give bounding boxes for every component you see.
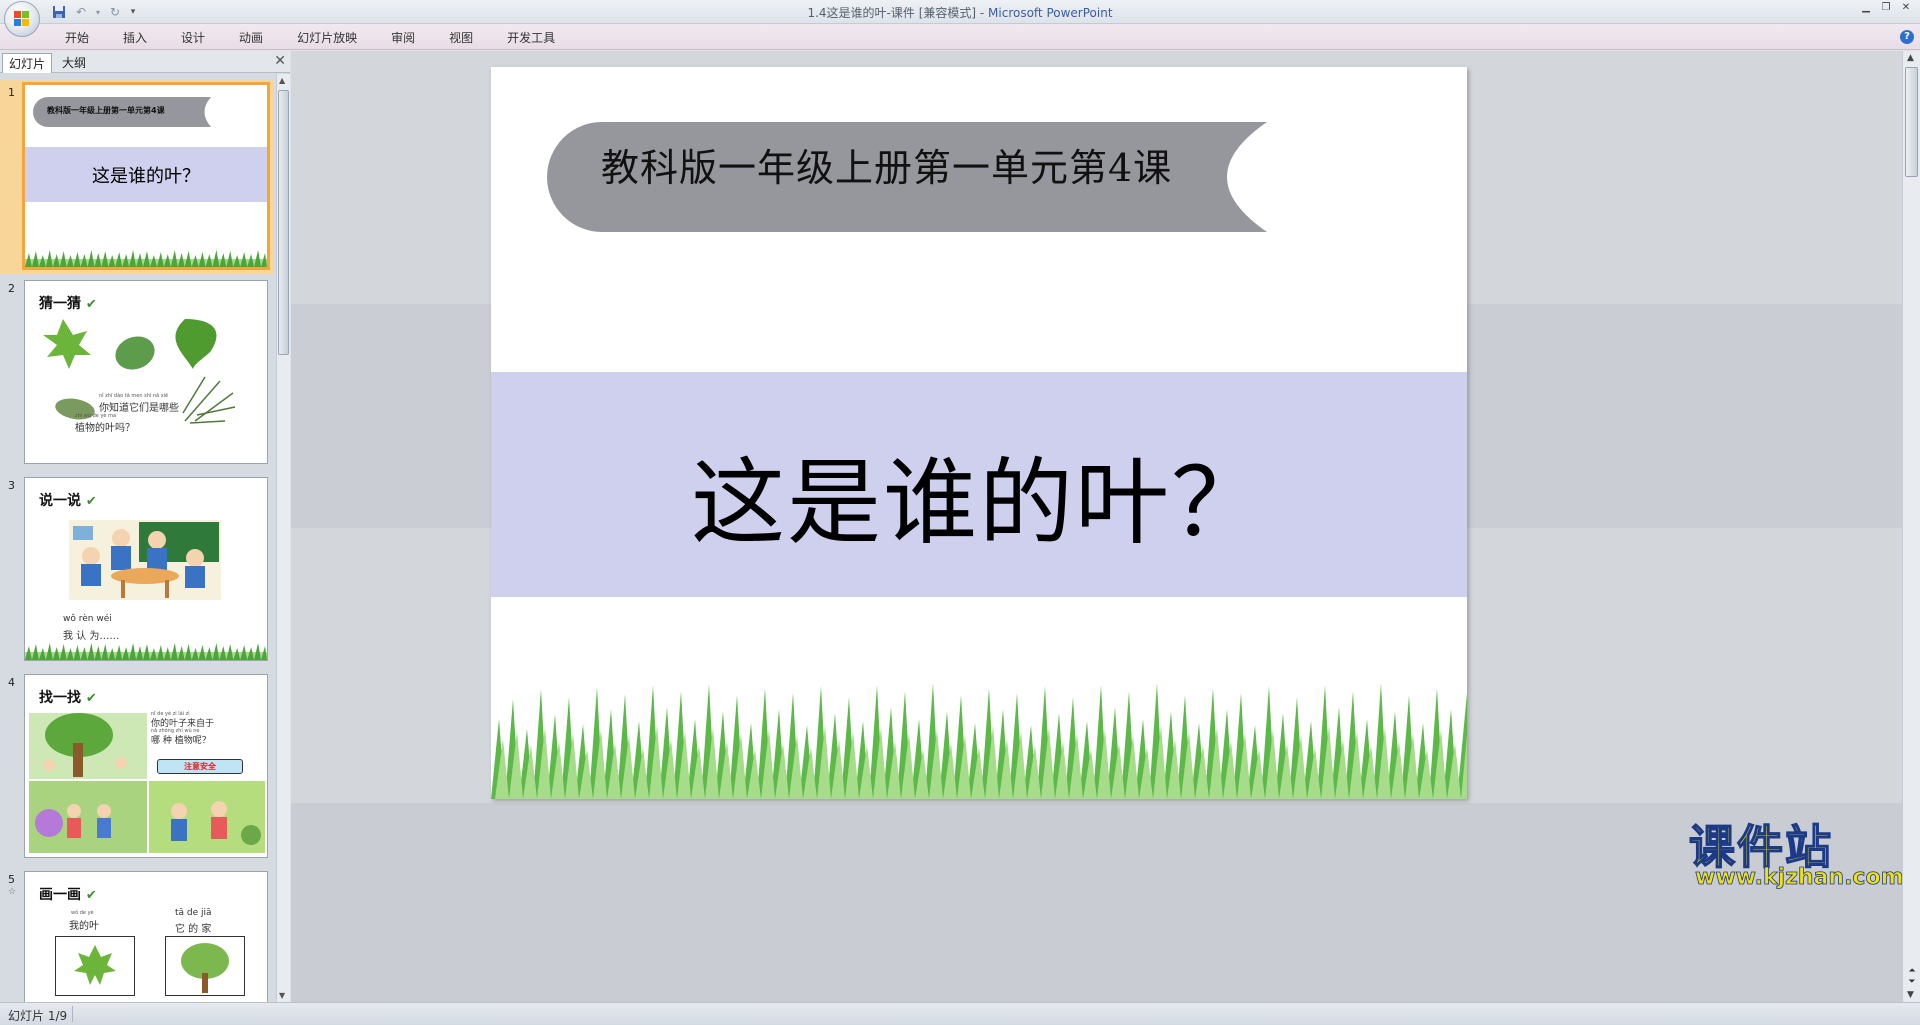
thumbnail-title: 这是谁的叶？ [92, 166, 200, 187]
app-name: Microsoft PowerPoint [988, 6, 1113, 20]
close-icon[interactable]: ✕ [1896, 1, 1916, 15]
thumbnail-number: 4 [8, 676, 15, 689]
thumbnail-caption-2: 植物的叶吗？ [75, 423, 135, 434]
park-illustration [29, 713, 265, 853]
thumbnail-heading: 说一说 ✔ [39, 490, 97, 510]
office-button[interactable] [4, 1, 40, 37]
children-illustration [69, 520, 221, 600]
thumbnail-frame: 教科版一年级上册第一单元第4课 这是谁的叶？ [22, 82, 270, 270]
thumbnail-heading-text: 找一找 [39, 690, 81, 706]
thumbnail-label-2: 它 的 家 [175, 924, 212, 935]
thumbnail-heading: 画一画 ✔ [39, 884, 97, 904]
document-title: 1.4这是谁的叶-课件 [兼容模式] - [807, 6, 989, 20]
thumbnail-heading-text: 说一说 [39, 493, 81, 509]
tab-review[interactable]: 审阅 [374, 29, 432, 47]
pane-tabs: 幻灯片 大纲 ✕ [0, 51, 290, 73]
thumbnail-pinyin: wǒ de yè [71, 910, 94, 916]
office-logo-icon [14, 11, 30, 27]
grass-decoration [491, 683, 1467, 799]
slide-editor: 教科版一年级上册第一单元第4课 这是谁的叶？ 课件站 www.kjzhan.co… [291, 51, 1904, 1002]
watermark-logo: 课件站 www.kjzhan.com [1688, 811, 1919, 895]
title-bar: ↶ ▾ ↻ ▾ 1.4这是谁的叶-课件 [兼容模式] - Microsoft P… [0, 0, 1920, 37]
scroll-down-icon[interactable]: ▼ [1907, 990, 1914, 1000]
thumbnail-heading-text: 猜一猜 [39, 296, 81, 312]
tab-outline[interactable]: 大纲 [56, 53, 92, 73]
restore-icon[interactable]: ❐ [1876, 1, 1896, 15]
next-slide-icon[interactable]: ⏷ [1905, 977, 1919, 988]
thumbnail-number: 1 [8, 86, 15, 99]
thumbnail-heading: 猜一猜 ✔ [39, 293, 97, 313]
thumbnail-caption: 我 认 为…… [63, 631, 120, 642]
tab-slides[interactable]: 幻灯片 [2, 53, 53, 73]
current-slide[interactable]: 教科版一年级上册第一单元第4课 这是谁的叶？ [491, 67, 1467, 799]
thumbnail-frame: 找一找 ✔ nǐ de yè zi lái zì 你的叶子来自于 nǎ zhǒn… [24, 674, 268, 858]
check-icon: ✔ [85, 888, 97, 903]
watermark-url: www.kjzhan.com [1695, 865, 1904, 891]
thumbnail-list: 1 教科版一年级上册第一单元第4课 这是谁的叶？ 2 猜一猜 ✔ nǐ zhī … [0, 74, 274, 1002]
thumbnail-number: 2 [8, 282, 15, 295]
tab-insert[interactable]: 插入 [106, 29, 164, 47]
thumbnail-frame: 猜一猜 ✔ nǐ zhī dào tā men shì nǎ xiē 你知道它们… [24, 280, 268, 464]
thumbnail-caption: 你知道它们是哪些 [99, 403, 179, 414]
tab-developer[interactable]: 开发工具 [490, 29, 572, 47]
thumbnail-heading-text: 画一画 [39, 887, 81, 903]
safety-badge: 注意安全 [157, 759, 243, 774]
tree-icon [181, 943, 229, 993]
grass-decoration [25, 643, 267, 660]
window-title: 1.4这是谁的叶-课件 [兼容模式] - Microsoft PowerPoin… [0, 4, 1920, 21]
scrollbar-thumb[interactable] [1905, 67, 1918, 177]
window-controls: ▁ ❐ ✕ [1856, 1, 1916, 15]
tab-animations[interactable]: 动画 [222, 29, 280, 47]
scroll-up-icon[interactable]: ▲ [279, 76, 285, 85]
status-bar: 幻灯片 1/9 [0, 1002, 1920, 1025]
ribbon-bar: 开始 插入 设计 动画 幻灯片放映 审阅 视图 开发工具 ? [0, 24, 1920, 50]
banner-text[interactable]: 教科版一年级上册第一单元第4课 [601, 137, 1172, 192]
slide-counter: 幻灯片 1/9 [8, 1009, 68, 1023]
thumbnail-frame: 说一说 ✔ wǒ rèn wéi 我 认 为…… [24, 477, 268, 661]
thumbnail-pinyin-2: tā de jiā [175, 908, 212, 918]
check-icon: ✔ [85, 297, 97, 312]
tab-home[interactable]: 开始 [48, 29, 106, 47]
thumbnail-heading: 找一找 ✔ [39, 687, 97, 707]
minimize-icon[interactable]: ▁ [1856, 1, 1876, 15]
tab-slideshow[interactable]: 幻灯片放映 [280, 29, 374, 47]
leaf-box [55, 936, 135, 996]
scrollbar-thumb[interactable] [278, 90, 289, 355]
help-icon[interactable]: ? [1900, 30, 1914, 44]
workspace-band [291, 803, 1902, 1002]
editor-scrollbar[interactable]: ▲ ⏶ ⏷ ▼ [1902, 51, 1920, 1002]
check-icon: ✔ [85, 494, 97, 509]
grass-decoration [25, 250, 267, 267]
pane-close-icon[interactable]: ✕ [274, 53, 286, 69]
slide-nav-buttons: ⏶ ⏷ [1905, 966, 1919, 988]
scroll-down-icon[interactable]: ▼ [279, 991, 285, 1000]
ribbon-tabs: 开始 插入 设计 动画 幻灯片放映 审阅 视图 开发工具 [48, 29, 572, 47]
thumbnail-subtitle: 教科版一年级上册第一单元第4课 [47, 106, 165, 115]
thumbnail-scrollbar[interactable]: ▲ ▼ [276, 74, 290, 1002]
scroll-up-icon[interactable]: ▲ [1907, 53, 1914, 63]
previous-slide-icon[interactable]: ⏶ [1905, 966, 1919, 977]
status-separator [72, 1006, 73, 1022]
animation-star-icon: ☆ [8, 887, 17, 897]
maple-leaf-icon [74, 945, 116, 985]
slides-pane: 幻灯片 大纲 ✕ 1 教科版一年级上册第一单元第4课 这是谁的叶？ 2 猜一猜 … [0, 51, 290, 1002]
thumbnail-frame: 画一画 ✔ wǒ de yè 我的叶 tā de jiā 它 的 家 [24, 871, 268, 1002]
thumbnail-number: 5 [8, 873, 15, 886]
thumbnail-label: 我的叶 [69, 921, 99, 932]
tree-box [165, 936, 245, 996]
thumbnail-number: 3 [8, 479, 15, 492]
thumbnail-caption-2: 哪 种 植物呢？ [151, 736, 211, 746]
tab-design[interactable]: 设计 [164, 29, 222, 47]
tab-view[interactable]: 视图 [432, 29, 490, 47]
thumbnail-pinyin: wǒ rèn wéi [63, 614, 112, 624]
check-icon: ✔ [85, 691, 97, 706]
slide-title[interactable]: 这是谁的叶？ [491, 427, 1467, 563]
